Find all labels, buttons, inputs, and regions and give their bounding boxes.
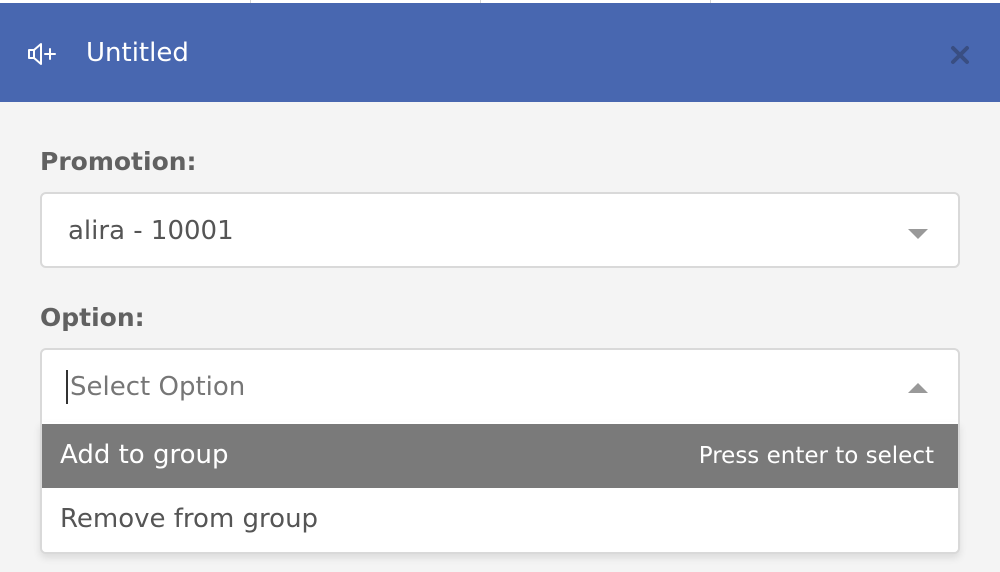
option-menu-item-add-to-group[interactable]: Add to group Press enter to select	[42, 424, 958, 488]
select-hint: Press enter to select	[698, 443, 934, 469]
menu-item-label: Remove from group	[60, 504, 319, 534]
close-button[interactable]	[944, 39, 976, 71]
option-select[interactable]	[40, 348, 960, 424]
option-dropdown-menu: Add to group Press enter to select Remov…	[40, 422, 960, 554]
chevron-up-icon[interactable]	[908, 383, 928, 393]
option-label: Option:	[40, 303, 145, 332]
chevron-down-icon[interactable]	[908, 229, 928, 239]
promotion-select[interactable]: alira - 10001	[40, 192, 960, 268]
option-menu-item-remove-from-group[interactable]: Remove from group	[42, 488, 958, 552]
promotion-label: Promotion:	[40, 147, 197, 176]
menu-item-label: Add to group	[60, 440, 229, 470]
modal-header: Untitled	[0, 3, 1000, 102]
close-icon[interactable]	[944, 39, 976, 71]
option-search-input[interactable]	[66, 370, 890, 404]
modal-title: Untitled	[86, 38, 189, 68]
promotion-select-value: alira - 10001	[68, 216, 234, 246]
megaphone-plus-icon	[26, 41, 58, 67]
